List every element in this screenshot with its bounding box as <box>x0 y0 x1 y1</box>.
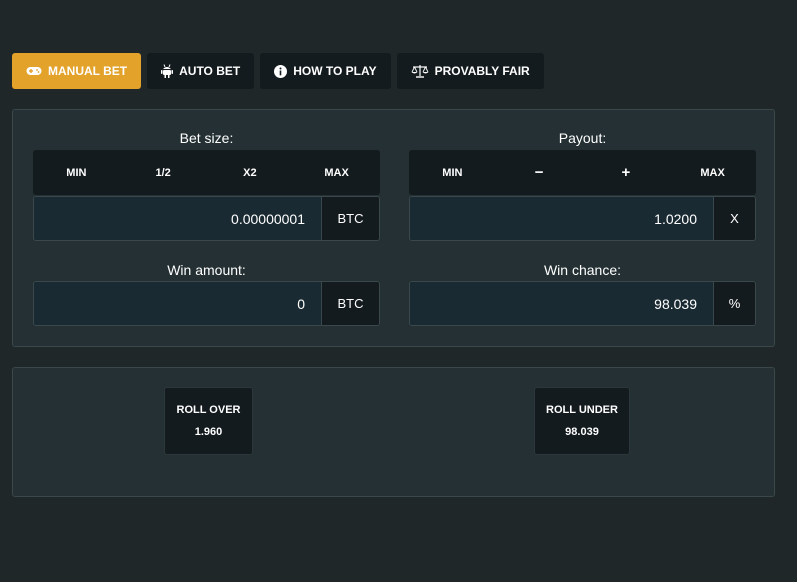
bet-half-button[interactable]: 1/2 <box>120 150 207 195</box>
payout-unit: X <box>713 197 755 240</box>
tab-provably-fair[interactable]: PROVABLY FAIR <box>396 53 544 89</box>
tab-manual-bet[interactable]: MANUAL BET <box>12 53 142 89</box>
payout-input[interactable] <box>410 197 713 240</box>
roll-over-label: ROLL OVER <box>176 404 241 416</box>
info-icon <box>274 64 288 78</box>
payout-label: Payout: <box>558 130 607 146</box>
roll-under-value: 98.039 <box>565 426 599 438</box>
robot-icon <box>161 64 174 78</box>
tab-label: MANUAL BET <box>48 64 128 78</box>
tab-label: HOW TO PLAY <box>293 64 377 78</box>
gamepad-icon <box>26 65 42 77</box>
tab-auto-bet[interactable]: AUTO BET <box>147 53 255 89</box>
win-amount-input[interactable] <box>34 282 321 325</box>
bet-settings-panel: Bet size: MIN 1/2 X2 MAX BTC Win amount:… <box>12 109 775 347</box>
tab-label: AUTO BET <box>179 64 241 78</box>
win-chance-label: Win chance: <box>543 262 622 278</box>
win-chance-unit: % <box>713 282 755 325</box>
roll-under-button[interactable]: ROLL UNDER 98.039 <box>534 387 630 455</box>
payout-max-button[interactable]: MAX <box>669 150 756 195</box>
bet-column: Bet size: MIN 1/2 X2 MAX BTC Win amount:… <box>33 110 380 348</box>
payout-increase-button[interactable]: + <box>583 150 670 195</box>
bet-double-button[interactable]: X2 <box>207 150 294 195</box>
payout-min-button[interactable]: MIN <box>409 150 496 195</box>
payout-column: Payout: MIN − + MAX X Win chance: % <box>409 110 756 348</box>
win-amount-unit: BTC <box>321 282 379 325</box>
win-chance-input[interactable] <box>410 282 713 325</box>
bet-size-quick-buttons: MIN 1/2 X2 MAX <box>33 150 380 195</box>
roll-over-value: 1.960 <box>194 426 223 438</box>
payout-decrease-button[interactable]: − <box>496 150 583 195</box>
roll-under-label: ROLL UNDER <box>546 404 618 416</box>
roll-panel: ROLL OVER 1.960 ROLL UNDER 98.039 <box>12 367 775 497</box>
bet-mode-tabs: MANUAL BET AUTO BET HOW TO PLAY PROVABLY… <box>12 53 544 89</box>
bet-size-label: Bet size: <box>179 130 234 146</box>
bet-min-button[interactable]: MIN <box>33 150 120 195</box>
bet-max-button[interactable]: MAX <box>293 150 380 195</box>
payout-field: X <box>409 196 756 241</box>
scales-icon <box>411 64 429 78</box>
bet-size-unit: BTC <box>321 197 379 240</box>
tab-label: PROVABLY FAIR <box>434 64 530 78</box>
payout-quick-buttons: MIN − + MAX <box>409 150 756 195</box>
win-chance-field: % <box>409 281 756 326</box>
win-amount-field: BTC <box>33 281 380 326</box>
win-amount-label: Win amount: <box>167 262 246 278</box>
bet-size-input[interactable] <box>34 197 321 240</box>
bet-size-field: BTC <box>33 196 380 241</box>
tab-how-to-play[interactable]: HOW TO PLAY <box>260 53 391 89</box>
roll-over-button[interactable]: ROLL OVER 1.960 <box>164 387 253 455</box>
